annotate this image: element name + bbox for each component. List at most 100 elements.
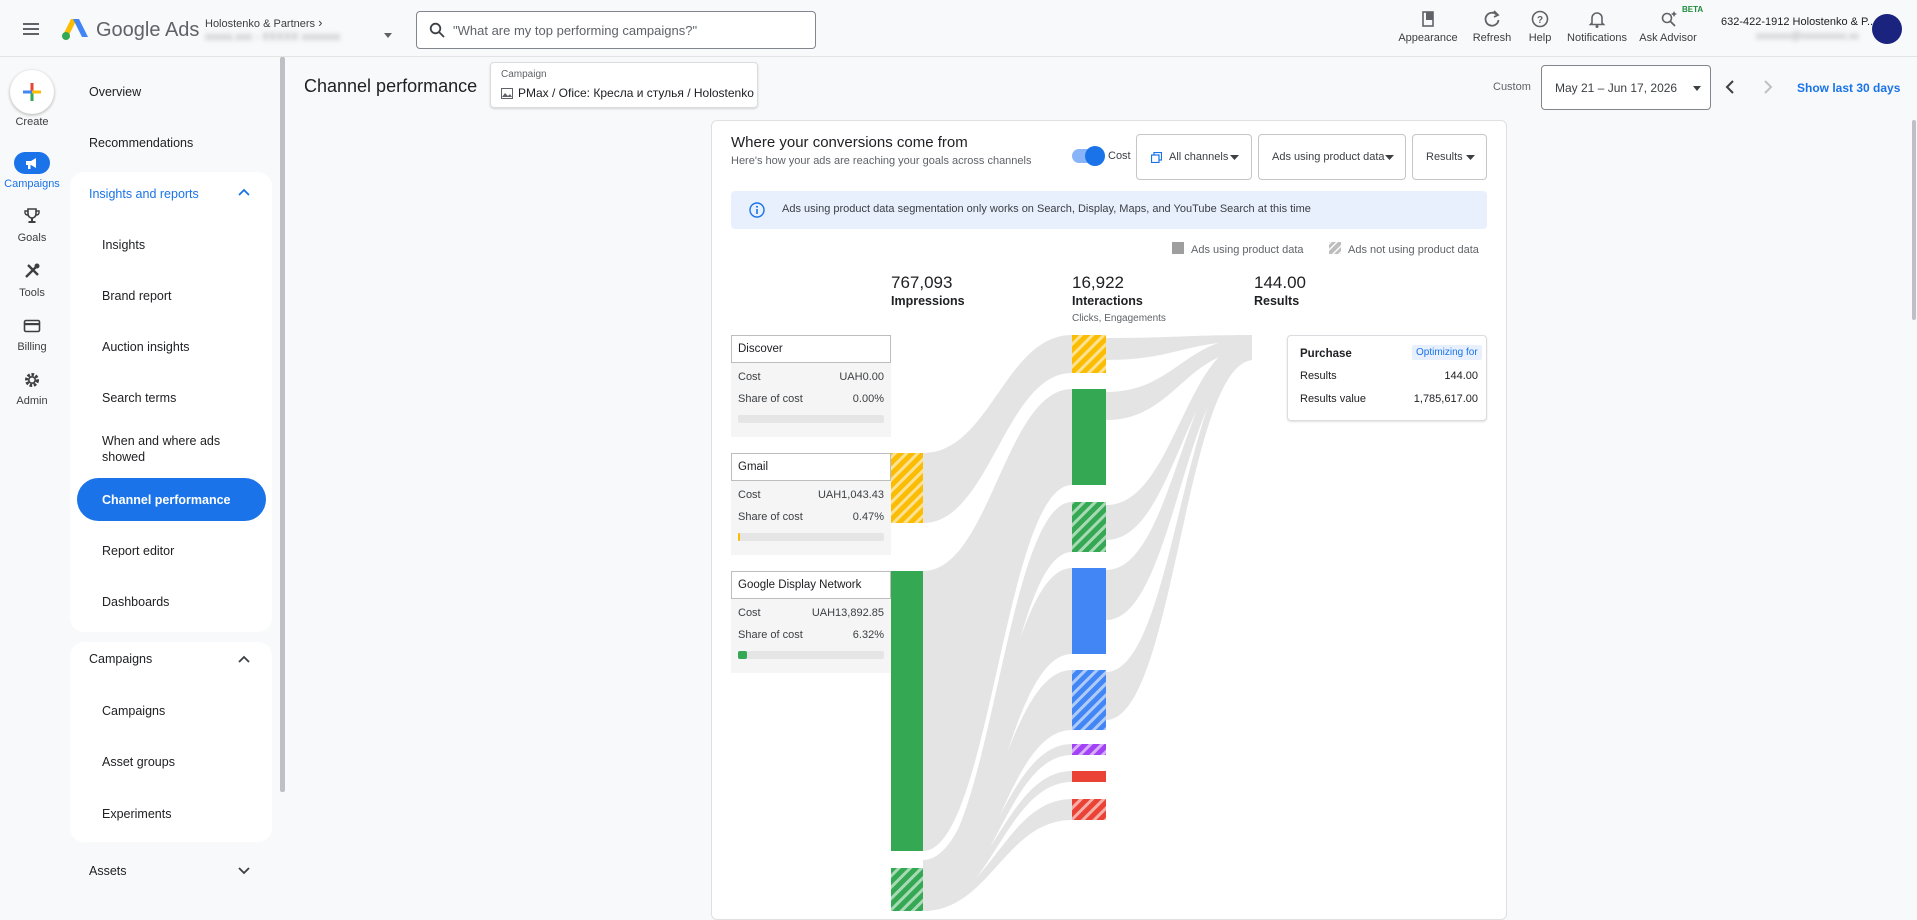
caret-down-icon bbox=[1466, 155, 1475, 160]
nav-experiments[interactable]: Experiments bbox=[102, 806, 232, 822]
nav-insights-and-reports[interactable]: Insights and reports bbox=[89, 187, 199, 201]
show-last-30-days-link[interactable]: Show last 30 days bbox=[1797, 81, 1900, 95]
rail-label-admin[interactable]: Admin bbox=[0, 395, 64, 407]
appearance-icon bbox=[1422, 11, 1434, 27]
interactions-sublabel: Clicks, Engagements bbox=[1072, 313, 1166, 324]
page-title: Channel performance bbox=[304, 76, 478, 96]
nav-scrollbar[interactable] bbox=[280, 57, 285, 792]
customer-account-name[interactable]: 632-422-1912 Holostenko & P... bbox=[1721, 16, 1876, 28]
interactions-blue-hatched-node[interactable] bbox=[1072, 670, 1106, 730]
nav-channel-performance[interactable]: Channel performance bbox=[102, 492, 232, 508]
purchase-conversion-card[interactable]: Purchase Optimizing for Results 144.00 Re… bbox=[1287, 335, 1487, 421]
nav-when-and-where-ads-showed[interactable]: When and where ads showed bbox=[102, 433, 232, 465]
nav-auction-insights[interactable]: Auction insights bbox=[102, 339, 232, 355]
hamburger-menu-icon[interactable] bbox=[20, 18, 42, 40]
share-of-cost-bar bbox=[738, 651, 884, 659]
interactions-yellow-node[interactable] bbox=[1072, 335, 1106, 373]
impressions-display-node[interactable] bbox=[891, 571, 923, 851]
results-dropdown[interactable]: Results bbox=[1412, 134, 1487, 180]
nav-brand-report[interactable]: Brand report bbox=[102, 288, 232, 304]
previous-period-icon[interactable] bbox=[1722, 79, 1738, 95]
info-icon bbox=[749, 202, 765, 218]
rail-label-tools[interactable]: Tools bbox=[0, 287, 64, 299]
channel-card-discover[interactable]: Discover Cost UAH0.00 Share of cost 0.00% bbox=[731, 335, 891, 437]
nav-dashboards[interactable]: Dashboards bbox=[102, 594, 232, 610]
all-channels-dropdown[interactable]: All channels bbox=[1136, 134, 1252, 180]
purchase-value-row: Results value 1,785,617.00 bbox=[1300, 393, 1478, 405]
tools-icon[interactable] bbox=[23, 262, 41, 280]
nav-search-terms[interactable]: Search terms bbox=[102, 390, 232, 406]
search-box[interactable]: "What are my top performing campaigns?" bbox=[416, 11, 816, 49]
next-period-icon[interactable] bbox=[1760, 79, 1776, 95]
interactions-red-hatched-node[interactable] bbox=[1072, 799, 1106, 820]
nav-asset-groups[interactable]: Asset groups bbox=[102, 754, 232, 770]
interactions-label: Interactions bbox=[1072, 294, 1143, 308]
card-subtitle: Here's how your ads are reaching your go… bbox=[731, 155, 1032, 167]
channel-name: Gmail bbox=[731, 453, 891, 481]
chevron-up-icon[interactable] bbox=[238, 654, 250, 664]
product-data-dropdown[interactable]: Ads using product data bbox=[1258, 134, 1406, 180]
info-banner-text: Ads using product data segmentation only… bbox=[782, 203, 1311, 215]
notifications-button[interactable]: Notifications bbox=[1562, 8, 1632, 44]
channel-card-google-display-network[interactable]: Google Display Network Cost UAH13,892.85 … bbox=[731, 571, 891, 673]
cost-toggle[interactable] bbox=[1072, 146, 1105, 166]
caret-down-icon bbox=[1385, 155, 1394, 160]
campaign-value: PMax / Ofice: Кресла и стулья / Holosten… bbox=[518, 86, 754, 100]
campaign-label: Campaign bbox=[501, 69, 547, 80]
google-ads-logo-icon bbox=[62, 19, 88, 40]
search-input[interactable]: "What are my top performing campaigns?" bbox=[453, 23, 697, 38]
results-metric-label: Results bbox=[1254, 294, 1300, 308]
account-name[interactable]: Holostenko & Partners › bbox=[205, 15, 322, 30]
card-icon[interactable] bbox=[23, 317, 41, 335]
card-title: Where your conversions come from bbox=[731, 134, 968, 151]
search-icon bbox=[429, 22, 445, 38]
toggle-knob bbox=[1085, 146, 1105, 166]
refresh-icon bbox=[1484, 10, 1500, 27]
impressions-value: 767,093 bbox=[891, 273, 953, 292]
top-header: Google Ads Holostenko & Partners › xxxxx… bbox=[0, 0, 1917, 57]
create-button[interactable] bbox=[10, 70, 54, 114]
rail-label-billing[interactable]: Billing bbox=[0, 341, 64, 353]
rail-label-goals[interactable]: Goals bbox=[0, 232, 64, 244]
page-scrollbar[interactable] bbox=[1912, 120, 1916, 320]
share-of-cost-bar bbox=[738, 533, 884, 541]
campaign-selector[interactable]: Campaign PMax / Ofice: Кресла и стулья /… bbox=[490, 62, 758, 108]
legend-hatched-swatch bbox=[1329, 242, 1341, 254]
rail-label-campaigns[interactable]: Campaigns bbox=[0, 178, 64, 190]
bell-icon bbox=[1588, 12, 1606, 28]
chevron-up-icon[interactable] bbox=[238, 187, 250, 197]
legend-not-using-product-data: Ads not using product data bbox=[1348, 244, 1479, 256]
gear-icon[interactable] bbox=[23, 371, 41, 389]
share-of-cost-fill bbox=[738, 533, 740, 541]
nav-campaigns-section[interactable]: Campaigns bbox=[89, 652, 152, 666]
interactions-red-node[interactable] bbox=[1072, 771, 1106, 782]
avatar[interactable] bbox=[1872, 14, 1902, 44]
nav-assets-section[interactable]: Assets bbox=[89, 864, 127, 878]
account-dropdown-icon[interactable] bbox=[383, 32, 393, 40]
chevron-down-icon[interactable] bbox=[238, 866, 250, 876]
impressions-display-hatched-node[interactable] bbox=[891, 868, 923, 911]
nav-report-editor[interactable]: Report editor bbox=[102, 543, 232, 559]
trophy-icon[interactable] bbox=[23, 207, 41, 225]
results-value: 144.00 bbox=[1254, 273, 1306, 292]
nav-recommendations[interactable]: Recommendations bbox=[89, 136, 193, 150]
share-of-cost-bar bbox=[738, 415, 884, 423]
impressions-gmail-node[interactable] bbox=[891, 453, 923, 523]
account-id: xxxxx.xxx - XXXXX xxxxxxx bbox=[205, 31, 341, 43]
image-icon bbox=[501, 88, 513, 99]
interactions-green-node[interactable] bbox=[1072, 389, 1106, 485]
plus-icon bbox=[23, 83, 41, 101]
nav-insights[interactable]: Insights bbox=[102, 237, 232, 253]
appearance-label: Appearance bbox=[1398, 32, 1458, 44]
channel-card-gmail[interactable]: Gmail Cost UAH1,043.43 Share of cost 0.47% bbox=[731, 453, 891, 555]
interactions-blue-node[interactable] bbox=[1072, 568, 1106, 654]
nav-campaigns[interactable]: Campaigns bbox=[102, 703, 232, 719]
appearance-button[interactable]: Appearance bbox=[1393, 8, 1463, 44]
date-range-picker[interactable]: May 21 – Jun 17, 2026 bbox=[1541, 65, 1711, 110]
interactions-green-hatched-node[interactable] bbox=[1072, 502, 1106, 552]
rail-item-campaigns[interactable] bbox=[14, 152, 50, 174]
interactions-purple-node[interactable] bbox=[1072, 744, 1106, 755]
channel-cost-row: Cost UAH13,892.85 bbox=[738, 607, 884, 619]
notifications-label: Notifications bbox=[1567, 32, 1627, 44]
nav-overview[interactable]: Overview bbox=[89, 85, 141, 99]
